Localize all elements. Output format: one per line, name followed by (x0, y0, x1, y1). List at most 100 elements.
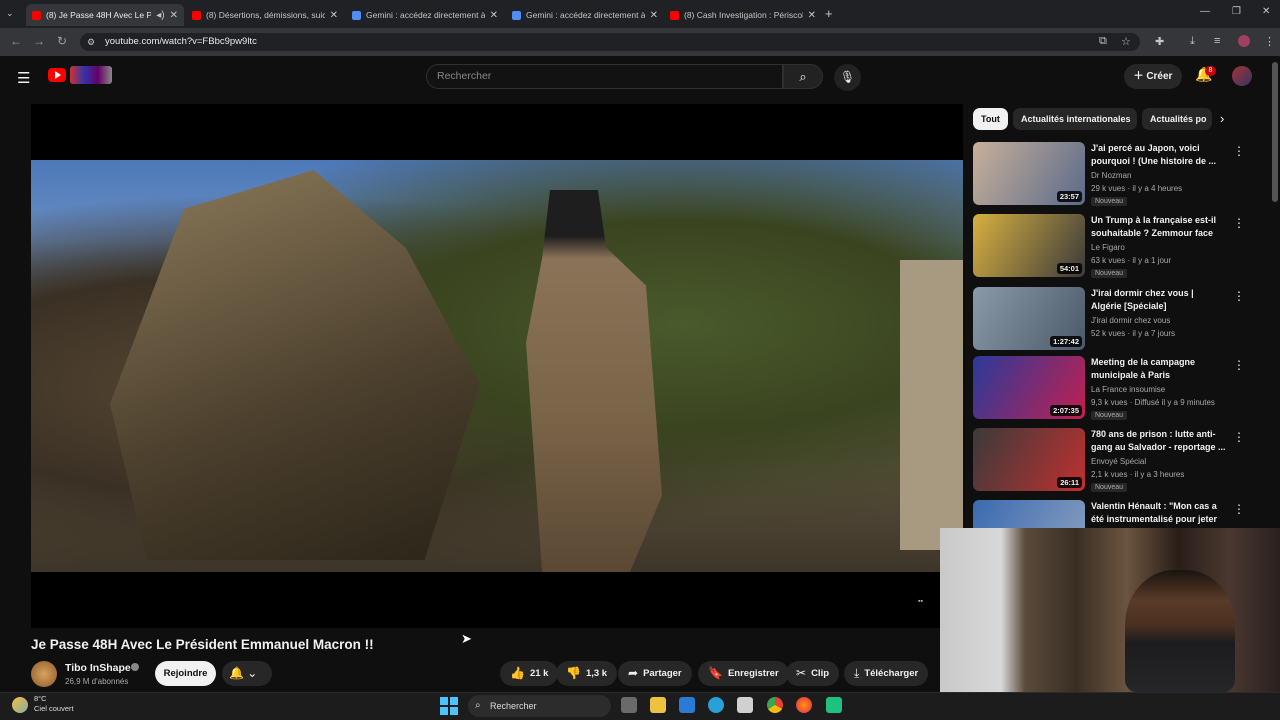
video-thumbnail[interactable] (973, 500, 1085, 528)
recommendation-item[interactable]: 23:57 J'ai percé au Japon, voici pourquo… (973, 142, 1263, 208)
recommendation-channel[interactable]: Dr Nozman (1091, 171, 1131, 180)
search-input[interactable]: Rechercher (426, 64, 783, 89)
site-info-icon[interactable]: ⚙ (87, 37, 95, 48)
recommendation-item[interactable]: Valentin Hénault : "Mon cas a été instru… (973, 500, 1263, 528)
close-window-icon[interactable]: ✕ (1262, 6, 1270, 17)
share-button[interactable]: ➦ Partager (618, 661, 692, 686)
subscription-bell-button[interactable]: 🔔 ⌄ (222, 661, 272, 686)
firefox-icon[interactable] (796, 697, 812, 713)
more-options-icon[interactable]: ⋮ (1233, 358, 1245, 372)
tab-search-icon[interactable]: ⌄ (6, 8, 14, 19)
recommendation-channel[interactable]: J'irai dormir chez vous (1091, 316, 1170, 325)
reload-icon[interactable]: ↻ (57, 34, 67, 48)
browser-tab-3[interactable]: Gemini : accédez directement à ✕ (346, 4, 504, 26)
video-thumbnail[interactable]: 54:01 (973, 214, 1085, 277)
recommendation-channel[interactable]: Envoyé Spécial (1091, 457, 1146, 466)
new-tab-icon[interactable]: + (825, 6, 833, 21)
account-avatar[interactable] (1232, 66, 1252, 86)
minimize-icon[interactable]: — (1200, 6, 1210, 17)
hamburger-icon[interactable]: ☰ (17, 69, 30, 87)
recommendation-item[interactable]: 1:27:42 J'irai dormir chez vous | Algéri… (973, 287, 1263, 353)
recommendation-item[interactable]: 26:11 780 ans de prison : lutte anti-gan… (973, 428, 1263, 494)
like-button[interactable]: 👍 21 k (500, 661, 559, 686)
tab-close-icon[interactable]: ✕ (330, 10, 338, 21)
chevron-right-icon[interactable]: › (1220, 111, 1224, 126)
browser-tab-2[interactable]: (8) Désertions, démissions, suic ✕ (186, 4, 344, 26)
url-field[interactable]: youtube.com/watch?v=FBbc9pw9ltc (80, 33, 1140, 51)
more-options-icon[interactable]: ⋮ (1233, 144, 1245, 158)
more-options-icon[interactable]: ⋮ (1233, 502, 1245, 516)
video-thumbnail[interactable]: 1:27:42 (973, 287, 1085, 350)
task-view-icon[interactable] (621, 697, 637, 713)
browser-tab-1[interactable]: (8) Je Passe 48H Avec Le Pr ◂) ✕ (26, 4, 184, 26)
youtube-logo[interactable] (48, 68, 66, 82)
browser-menu-icon[interactable]: ⋮ (1264, 35, 1275, 48)
tab-close-icon[interactable]: ✕ (808, 10, 816, 21)
app-icon[interactable] (679, 697, 695, 713)
doodle-logo[interactable] (70, 66, 112, 84)
install-icon[interactable]: ⧉ (1099, 35, 1107, 48)
clip-button[interactable]: ✂ Clip (786, 661, 840, 686)
youtube-favicon-icon (192, 10, 201, 20)
edge-icon[interactable] (708, 697, 724, 713)
dislike-button[interactable]: 👎 1,3 k (556, 661, 618, 686)
speaker-icon: ◂) (156, 9, 165, 21)
media-control-icon[interactable]: ≡ (1214, 35, 1220, 47)
video-thumbnail[interactable]: 26:11 (973, 428, 1085, 491)
browser-tab-5[interactable]: (8) Cash Investigation : Périscol ✕ (664, 4, 822, 26)
app-icon-green[interactable] (826, 697, 842, 713)
weather-widget[interactable]: 8°C Ciel couvert (12, 694, 74, 714)
recommendation-title[interactable]: J'irai dormir chez vous | Algérie [Spéci… (1091, 287, 1226, 313)
page-scrollbar[interactable] (1272, 62, 1278, 202)
chip-all[interactable]: Tout (973, 108, 1008, 130)
save-button[interactable]: 🔖 Enregistrer (698, 661, 789, 686)
chip-international-news[interactable]: Actualités internationales (1013, 108, 1137, 130)
maximize-icon[interactable]: ❐ (1232, 6, 1241, 17)
scissors-icon: ✂ (796, 666, 807, 680)
chrome-icon[interactable] (767, 697, 783, 713)
video-thumbnail[interactable]: 2:07:35 (973, 356, 1085, 419)
recommendation-title[interactable]: Meeting de la campagne municipale à Pari… (1091, 356, 1226, 382)
more-options-icon[interactable]: ⋮ (1233, 289, 1245, 303)
new-badge: Nouveau (1091, 411, 1128, 420)
back-icon[interactable]: ← (10, 34, 22, 48)
create-button[interactable]: ＋ Créer (1124, 64, 1182, 89)
recommendation-title[interactable]: J'ai percé au Japon, voici pourquoi ! (U… (1091, 142, 1226, 168)
more-options-icon[interactable]: ⋮ (1233, 216, 1245, 230)
browser-tab-4[interactable]: Gemini : accédez directement à ✕ (506, 4, 664, 26)
bookmark-star-icon[interactable]: ☆ (1121, 35, 1131, 48)
recommendation-title[interactable]: Valentin Hénault : "Mon cas a été instru… (1091, 500, 1226, 527)
duration-badge: 23:57 (1056, 191, 1082, 202)
video-title: Je Passe 48H Avec Le Président Emmanuel … (31, 637, 374, 652)
downloads-icon[interactable]: ⤓ (1190, 35, 1195, 48)
download-button[interactable]: ⤓ Télécharger (844, 661, 929, 686)
recommendation-channel[interactable]: La France insoumise (1091, 385, 1165, 394)
recommendation-item[interactable]: 2:07:35 Meeting de la campagne municipal… (973, 356, 1263, 422)
recommendation-channel[interactable]: Le Figaro (1091, 243, 1125, 252)
search-icon: ⌕ (475, 700, 481, 711)
recommendation-meta: 29 k vues · il y a 4 heures (1091, 184, 1183, 193)
chip-political-news[interactable]: Actualités po (1142, 108, 1212, 130)
file-explorer-icon[interactable] (650, 697, 666, 713)
more-options-icon[interactable]: ⋮ (1233, 430, 1245, 444)
mic-icon[interactable]: 🎙 (834, 64, 861, 91)
video-thumbnail[interactable]: 23:57 (973, 142, 1085, 205)
tab-close-icon[interactable]: ✕ (650, 10, 658, 21)
recommendation-title[interactable]: 780 ans de prison : lutte anti-gang au S… (1091, 428, 1226, 454)
forward-icon[interactable]: → (33, 34, 45, 48)
channel-name[interactable]: Tibo InShape (65, 662, 131, 674)
extensions-icon[interactable]: ✚ (1155, 35, 1164, 48)
store-icon[interactable] (737, 697, 753, 713)
taskbar-search-input[interactable]: ⌕ Rechercher (468, 695, 611, 717)
taskbar-search-label: Rechercher (490, 701, 537, 711)
recommendation-item[interactable]: 54:01 Un Trump à la française est-il sou… (973, 214, 1263, 280)
profile-avatar[interactable] (1238, 35, 1250, 47)
tab-close-icon[interactable]: ✕ (170, 10, 178, 21)
join-button[interactable]: Rejoindre (155, 661, 216, 686)
recommendation-meta: 52 k vues · il y a 7 jours (1091, 329, 1176, 338)
windows-start-icon[interactable] (440, 697, 458, 715)
recommendation-title[interactable]: Un Trump à la française est-il souhaitab… (1091, 214, 1226, 241)
tab-close-icon[interactable]: ✕ (490, 10, 498, 21)
channel-avatar[interactable] (31, 661, 57, 687)
search-icon[interactable]: ⌕ (783, 64, 823, 89)
